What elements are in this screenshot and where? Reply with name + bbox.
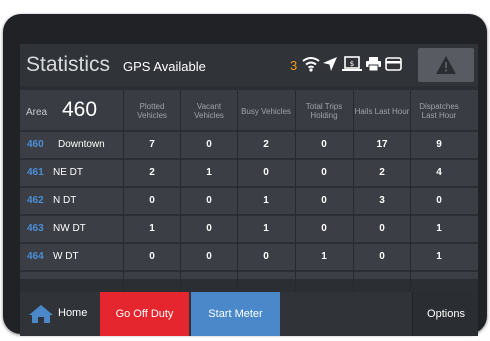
payment-terminal-icon: $ <box>342 56 362 71</box>
options-button[interactable]: Options <box>412 292 478 336</box>
area-label: Area <box>26 107 48 118</box>
cell-value: 0 <box>149 251 155 262</box>
warning-triangle-icon <box>436 56 456 74</box>
column-divider <box>295 90 296 320</box>
wifi-icon <box>302 57 320 72</box>
cell-value: 0 <box>263 167 269 178</box>
credit-card-icon <box>385 57 402 71</box>
cell-value: 3 <box>379 195 385 206</box>
cell-value: 0 <box>436 195 442 206</box>
cell-value: 17 <box>376 139 388 150</box>
cell-value: 1 <box>436 251 442 262</box>
column-header: Plotted Vehicles <box>137 102 167 120</box>
column-divider <box>353 90 354 320</box>
bottom-action-bar: Home Go Off Duty Start Meter Options <box>20 292 478 336</box>
area-name: N DT <box>53 195 77 206</box>
cell-value: 0 <box>206 195 212 206</box>
column-divider <box>180 90 181 320</box>
cell-value: 1 <box>206 167 212 178</box>
column-divider <box>237 90 238 320</box>
page-title: Statistics <box>26 53 111 76</box>
cell-value: 0 <box>321 195 327 206</box>
go-off-duty-button[interactable]: Go Off Duty <box>100 292 189 336</box>
cell-value: 2 <box>379 167 385 178</box>
cell-value: 2 <box>149 167 155 178</box>
cell-value: 1 <box>321 251 327 262</box>
column-header: Hails Last Hour <box>354 106 410 116</box>
column-divider <box>123 90 124 320</box>
area-id: 462 <box>27 195 44 206</box>
area-id: 463 <box>27 223 44 234</box>
cell-value: 0 <box>206 251 212 262</box>
printer-icon <box>366 57 381 72</box>
area-id: 461 <box>27 167 44 178</box>
column-header: Busy Vehicles <box>241 106 291 116</box>
area-id: 464 <box>27 251 44 262</box>
home-button[interactable]: Home <box>20 292 98 336</box>
cell-value: 2 <box>263 139 269 150</box>
cell-value: 0 <box>206 139 212 150</box>
cell-value: 9 <box>436 139 442 150</box>
area-name: NW DT <box>53 223 86 234</box>
gps-status: GPS Available <box>123 59 206 74</box>
start-meter-button[interactable]: Start Meter <box>191 292 280 336</box>
home-label: Home <box>58 307 88 319</box>
cell-value: 1 <box>149 223 155 234</box>
area-number: 460 <box>62 98 98 121</box>
cell-value: 0 <box>379 251 385 262</box>
status-bar: Statistics GPS Available 3 $ <box>20 44 478 86</box>
tablet-device: Statistics GPS Available 3 $ Area 460 Pl… <box>3 14 487 336</box>
column-divider <box>410 90 411 320</box>
column-header: Vacant Vehicles <box>194 102 224 120</box>
area-name: NE DT <box>53 167 83 178</box>
cell-value: 1 <box>263 223 269 234</box>
navigation-arrow-icon <box>323 57 337 71</box>
cell-value: 1 <box>436 223 442 234</box>
column-header: Dispatches Last Hour <box>419 102 459 120</box>
cell-value: 0 <box>321 223 327 234</box>
cell-value: 4 <box>436 167 442 178</box>
cell-value: 0 <box>149 195 155 206</box>
home-icon <box>29 305 53 323</box>
screen: Statistics GPS Available 3 $ Area 460 Pl… <box>20 44 478 336</box>
area-name: W DT <box>53 251 79 262</box>
cell-value: 0 <box>321 139 327 150</box>
cell-value: 0 <box>206 223 212 234</box>
cell-value: 0 <box>379 223 385 234</box>
column-header: Total Trips Holding <box>305 102 343 120</box>
empty-action-slot <box>282 292 408 336</box>
area-id: 460 <box>27 139 44 150</box>
notification-count: 3 <box>290 58 298 73</box>
cell-value: 7 <box>149 139 155 150</box>
cell-value: 0 <box>263 251 269 262</box>
alert-button[interactable] <box>418 48 474 82</box>
cell-value: 1 <box>263 195 269 206</box>
cell-value: 0 <box>321 167 327 178</box>
area-name: Downtown <box>58 139 105 150</box>
svg-text:$: $ <box>350 60 354 68</box>
